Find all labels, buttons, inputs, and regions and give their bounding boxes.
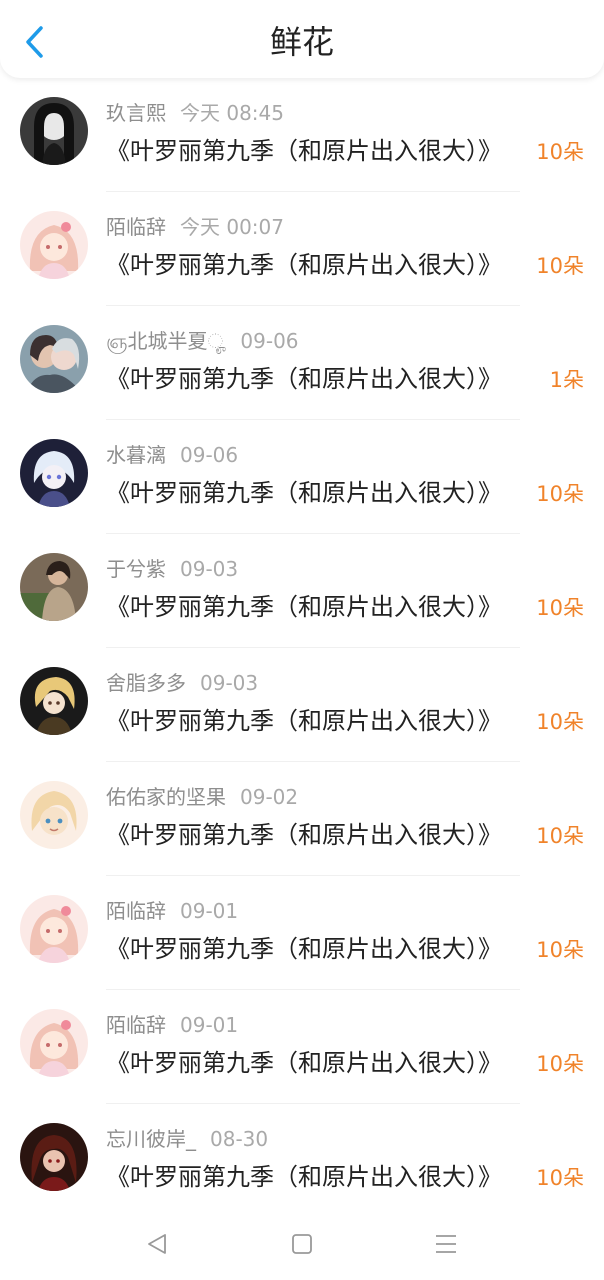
list-item[interactable]: ஞ北城半夏ೄ 09-06 《叶罗丽第九季（和原片出入很大）》 1朵	[0, 306, 604, 420]
work-title[interactable]: 《叶罗丽第九季（和原片出入很大）》	[106, 704, 522, 738]
sender-name[interactable]: 忘川彼岸_	[106, 1127, 196, 1151]
avatar[interactable]	[20, 1009, 88, 1077]
avatar[interactable]	[20, 895, 88, 963]
flower-count: 10朵	[536, 824, 584, 848]
avatar[interactable]	[20, 211, 88, 279]
list-item[interactable]: 水暮漓 09-06 《叶罗丽第九季（和原片出入很大）》 10朵	[0, 420, 604, 534]
list-item[interactable]: 陌临辞 09-01 《叶罗丽第九季（和原片出入很大）》 10朵	[0, 876, 604, 990]
list-item[interactable]: 玖言熙 今天 08:45 《叶罗丽第九季（和原片出入很大）》 10朵	[0, 78, 604, 192]
work-title[interactable]: 《叶罗丽第九季（和原片出入很大）》	[106, 134, 522, 168]
list-item[interactable]: 于兮紫 09-03 《叶罗丽第九季（和原片出入很大）》 10朵	[0, 534, 604, 648]
sender-name[interactable]: 水暮漓	[106, 443, 166, 467]
menu-lines-icon	[436, 1235, 456, 1253]
sender-meta: ஞ北城半夏ೄ 09-06	[106, 328, 299, 354]
sender-meta: 舍脂多多 09-03	[106, 670, 258, 696]
nav-menu-button[interactable]	[426, 1226, 466, 1262]
list-item[interactable]: 陌临辞 09-01 《叶罗丽第九季（和原片出入很大）》 10朵	[0, 990, 604, 1104]
sender-name[interactable]: 佑佑家的坚果	[106, 785, 226, 809]
sender-name[interactable]: 于兮紫	[106, 557, 166, 581]
send-time: 今天 00:07	[180, 215, 284, 239]
triangle-back-icon	[148, 1234, 166, 1254]
top-bar: 鲜花	[0, 0, 604, 78]
page-title: 鲜花	[269, 23, 334, 61]
send-time: 09-01	[180, 1013, 239, 1037]
square-home-icon	[292, 1234, 312, 1254]
send-time: 09-02	[240, 785, 299, 809]
avatar[interactable]	[20, 667, 88, 735]
send-time: 08-30	[210, 1127, 269, 1151]
send-time: 09-06	[240, 329, 299, 353]
sender-meta: 忘川彼岸_ 08-30	[106, 1126, 268, 1152]
work-title[interactable]: 《叶罗丽第九季（和原片出入很大）》	[106, 248, 522, 282]
avatar[interactable]	[20, 97, 88, 165]
send-time: 今天 08:45	[180, 101, 284, 125]
flower-count: 10朵	[536, 1166, 584, 1190]
list-item[interactable]: 佑佑家的坚果 09-02 《叶罗丽第九季（和原片出入很大）》 10朵	[0, 762, 604, 876]
sender-meta: 水暮漓 09-06	[106, 442, 238, 468]
avatar[interactable]	[20, 781, 88, 849]
sender-name[interactable]: 陌临辞	[106, 1013, 166, 1037]
work-title[interactable]: 《叶罗丽第九季（和原片出入很大）》	[106, 818, 522, 852]
list-item[interactable]: 陌临辞 今天 00:07 《叶罗丽第九季（和原片出入很大）》 10朵	[0, 192, 604, 306]
flower-record-list: 玖言熙 今天 08:45 《叶罗丽第九季（和原片出入很大）》 10朵 陌临辞 今天 …	[0, 78, 604, 1218]
flower-count: 10朵	[536, 710, 584, 734]
avatar[interactable]	[20, 325, 88, 393]
sender-meta: 陌临辞 09-01	[106, 1012, 238, 1038]
nav-back-button[interactable]	[137, 1226, 177, 1262]
work-title[interactable]: 《叶罗丽第九季（和原片出入很大）》	[106, 362, 544, 396]
sender-meta: 陌临辞 09-01	[106, 898, 238, 924]
sender-meta: 玖言熙 今天 08:45	[106, 100, 284, 126]
flower-count: 10朵	[536, 140, 584, 164]
flower-count: 10朵	[536, 596, 584, 620]
list-item[interactable]: 忘川彼岸_ 08-30 《叶罗丽第九季（和原片出入很大）》 10朵	[0, 1104, 604, 1218]
sender-name[interactable]: 舍脂多多	[106, 671, 186, 695]
work-title[interactable]: 《叶罗丽第九季（和原片出入很大）》	[106, 476, 522, 510]
work-title[interactable]: 《叶罗丽第九季（和原片出入很大）》	[106, 932, 522, 966]
work-title[interactable]: 《叶罗丽第九季（和原片出入很大）》	[106, 1046, 522, 1080]
flower-count: 10朵	[536, 938, 584, 962]
flower-count: 10朵	[536, 482, 584, 506]
work-title[interactable]: 《叶罗丽第九季（和原片出入很大）》	[106, 1160, 522, 1194]
sender-name[interactable]: ஞ北城半夏ೄ	[106, 329, 226, 353]
sender-meta: 佑佑家的坚果 09-02	[106, 784, 298, 810]
sender-name[interactable]: 陌临辞	[106, 899, 166, 923]
nav-home-button[interactable]	[282, 1226, 322, 1262]
sender-name[interactable]: 玖言熙	[106, 101, 166, 125]
send-time: 09-03	[180, 557, 239, 581]
avatar[interactable]	[20, 439, 88, 507]
avatar[interactable]	[20, 553, 88, 621]
flower-count: 1朵	[549, 368, 584, 392]
flower-count: 10朵	[536, 1052, 584, 1076]
sender-name[interactable]: 陌临辞	[106, 215, 166, 239]
sender-meta: 于兮紫 09-03	[106, 556, 238, 582]
sender-meta: 陌临辞 今天 00:07	[106, 214, 284, 240]
work-title[interactable]: 《叶罗丽第九季（和原片出入很大）》	[106, 590, 522, 624]
list-item[interactable]: 舍脂多多 09-03 《叶罗丽第九季（和原片出入很大）》 10朵	[0, 648, 604, 762]
send-time: 09-01	[180, 899, 239, 923]
avatar[interactable]	[20, 1123, 88, 1191]
system-nav-bar	[0, 1208, 604, 1280]
send-time: 09-03	[200, 671, 259, 695]
flower-count: 10朵	[536, 254, 584, 278]
send-time: 09-06	[180, 443, 239, 467]
